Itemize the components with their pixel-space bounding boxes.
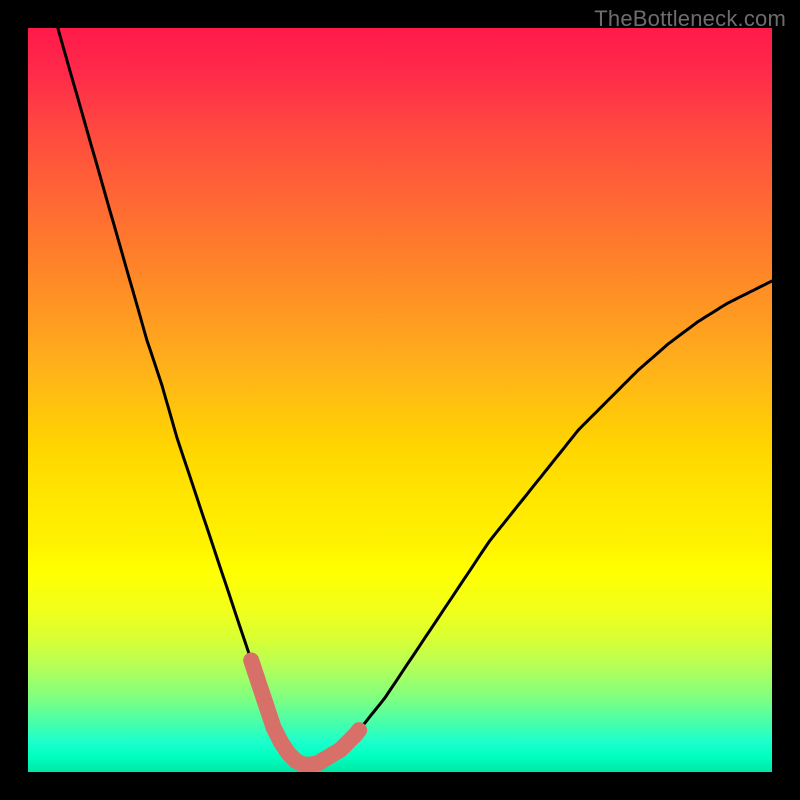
marker-right-segment [326, 730, 360, 759]
watermark-text: TheBottleneck.com [594, 6, 786, 32]
chart-stage: TheBottleneck.com [0, 0, 800, 800]
bottleneck-curve [58, 28, 772, 765]
chart-svg [28, 28, 772, 772]
plot-area [28, 28, 772, 772]
marker-left-segment [251, 660, 281, 742]
